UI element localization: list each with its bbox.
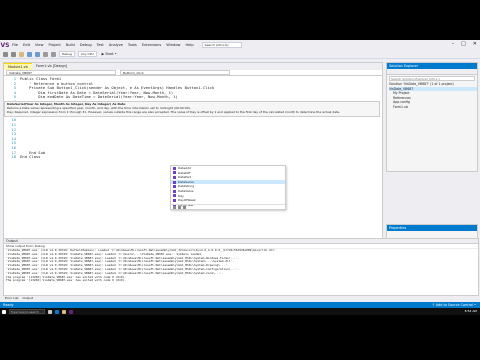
tab-module1[interactable]: Module1.vb	[4, 63, 32, 70]
menu-debug[interactable]: Debug	[80, 43, 92, 47]
output-line: The program '[13260] VisDate_VB687.exe' …	[6, 278, 127, 283]
tab-error-list[interactable]: Error List	[5, 296, 19, 301]
menu-file[interactable]: File	[12, 43, 18, 47]
edge-icon[interactable]	[55, 309, 59, 314]
menu-window[interactable]: Window	[166, 43, 180, 47]
menu-project[interactable]: Project	[49, 43, 61, 47]
method-icon	[173, 189, 176, 193]
method-icon	[173, 166, 176, 170]
platform-dropdown[interactable]: Any CPU	[77, 51, 97, 57]
project-dropdown[interactable]: VisDate_VB687	[6, 70, 116, 75]
save-icon[interactable]	[27, 51, 32, 57]
output-window: Output Show output from: Debug 'VisDate_…	[3, 238, 479, 296]
solution-explorer: Solution Explorer Search Solution Explor…	[386, 62, 478, 172]
document-tabs: Module1.vb Form1.vb [Design]	[4, 63, 382, 70]
solution-tree-item[interactable]: Form1.vb	[389, 105, 477, 110]
line-text[interactable]: Dim endDate As DateTime = DateSerial(Yea…	[18, 95, 177, 100]
filter-icon[interactable]	[183, 205, 186, 209]
maximize-icon[interactable]: □	[461, 41, 466, 47]
method-icon	[173, 180, 176, 184]
filter-icon[interactable]	[173, 205, 176, 209]
intellisense-filter-bar	[171, 204, 285, 209]
output-log[interactable]: 'VisDate_VB687.exe' (CLR v4.0.30319: Def…	[4, 249, 478, 295]
system-tray: 8:52 AM	[465, 309, 477, 313]
standard-toolbar: Debug Any CPU ▶ Start •	[0, 50, 480, 59]
letterbox-top	[0, 0, 480, 40]
undo-icon[interactable]	[43, 51, 48, 57]
method-icon	[173, 175, 176, 179]
title-bar: VS File Edit View Project Build Debug Te…	[0, 40, 480, 50]
member-dropdown[interactable]: Button1_Click	[120, 70, 230, 75]
filter-icon[interactable]	[178, 205, 181, 209]
taskbar-search[interactable]: Type here to search	[9, 309, 45, 314]
explorer-icon[interactable]	[62, 309, 66, 314]
method-icon	[173, 171, 176, 175]
open-folder-icon[interactable]	[19, 51, 24, 57]
bottom-tool-tabs: Error List Output	[3, 296, 479, 301]
start-button[interactable]: ▶ Start •	[100, 51, 119, 57]
start-icon[interactable]	[2, 309, 6, 314]
menu-test[interactable]: Test	[97, 43, 104, 47]
configuration-dropdown[interactable]: Debug	[59, 51, 75, 57]
visual-studio-window: VS File Edit View Project Build Debug Te…	[0, 40, 480, 315]
menu-edit[interactable]: Edit	[23, 43, 30, 47]
properties-title: Properties	[387, 225, 477, 231]
save-all-icon[interactable]	[35, 51, 40, 57]
menu-view[interactable]: View	[35, 43, 44, 47]
quick-launch-input[interactable]: Search (Ctrl+Q)	[201, 42, 242, 48]
forward-icon[interactable]	[11, 51, 16, 57]
window-controls: – □ ✕	[452, 41, 477, 47]
menu-bar: File Edit View Project Build Debug Test …	[10, 43, 194, 47]
redo-icon[interactable]	[51, 51, 56, 57]
solution-search-input[interactable]: Search Solution Explorer (Ctrl+;)	[389, 76, 475, 81]
clock[interactable]: 8:52 AM	[465, 309, 477, 313]
solution-tree: Solution 'VisDate_VB687' (1 of 1 project…	[387, 82, 477, 110]
intellisense-list: DateAdd DateDiff DatePart DateSerial DateStr…	[170, 165, 286, 210]
letterbox-bottom	[0, 315, 480, 360]
menu-help[interactable]: Help	[185, 43, 193, 47]
vs-logo: VS	[0, 41, 10, 49]
line-text[interactable]: End Class	[18, 154, 41, 160]
visual-studio-icon[interactable]	[69, 309, 73, 314]
menu-analyze[interactable]: Analyze	[109, 43, 123, 47]
minimize-icon[interactable]: –	[452, 41, 455, 47]
close-icon[interactable]: ✕	[473, 41, 477, 47]
task-view-icon[interactable]	[48, 309, 52, 314]
back-icon[interactable]	[3, 51, 8, 57]
code-line[interactable]: 18 End Class	[4, 154, 382, 160]
menu-build[interactable]: Build	[66, 43, 75, 47]
method-icon	[173, 198, 176, 202]
output-source-dropdown[interactable]: Show output from: Debug	[6, 244, 45, 248]
windows-taskbar: Type here to search 8:52 AM	[0, 308, 480, 315]
menu-extensions[interactable]: Extensions	[142, 43, 162, 47]
solution-explorer-toolbar	[387, 69, 477, 75]
menu-tools[interactable]: Tools	[128, 43, 137, 47]
parameter-info-tooltip: DateSerial(Year As Integer, Month As Int…	[4, 101, 380, 117]
line-number: 18	[11, 154, 16, 160]
tooltip-param: Day: Required. Integer expression from 1…	[7, 110, 341, 114]
tab-output[interactable]: Output	[23, 296, 33, 301]
method-icon	[173, 185, 176, 189]
tab-form1-design[interactable]: Form1.vb [Design]	[32, 63, 71, 70]
method-icon	[173, 194, 176, 198]
